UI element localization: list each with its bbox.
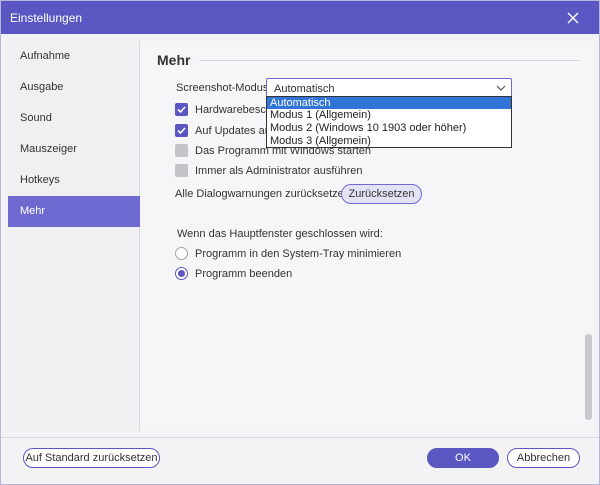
section-divider — [199, 60, 579, 61]
auto-update-label: Auf Updates aut — [195, 125, 274, 137]
sidebar-item-label: Ausgabe — [20, 81, 64, 93]
reset-dialogs-button[interactable]: Zurücksetzen — [341, 184, 422, 204]
footer-bar: Auf Standard zurücksetzen OK Abbrechen — [1, 437, 599, 484]
checkmark-icon — [177, 127, 186, 135]
sidebar-item-hotkeys[interactable]: Hotkeys — [8, 165, 140, 196]
screenshot-mode-select[interactable]: Automatisch — [266, 78, 512, 98]
window-title: Einstellungen — [10, 11, 83, 25]
autostart-checkbox[interactable] — [175, 144, 188, 157]
sidebar-item-mauszeiger[interactable]: Mauszeiger — [8, 134, 140, 165]
sidebar-item-aufnahme[interactable]: Aufnahme — [8, 41, 140, 72]
sidebar-item-sound[interactable]: Sound — [8, 103, 140, 134]
dropdown-option-automatisch[interactable]: Automatisch — [267, 97, 511, 109]
sidebar-item-label: Aufnahme — [20, 50, 71, 62]
screenshot-mode-label: Screenshot-Modus: — [176, 82, 272, 94]
ok-button[interactable]: OK — [427, 448, 499, 468]
section-title: Mehr — [157, 52, 191, 68]
sidebar-item-mehr[interactable]: Mehr — [8, 196, 140, 227]
sidebar-item-label: Mauszeiger — [20, 143, 77, 155]
cancel-button[interactable]: Abbrechen — [507, 448, 580, 468]
dropdown-option-modus-3[interactable]: Modus 3 (Allgemein) — [267, 135, 511, 147]
screenshot-mode-dropdown-list: Automatisch Modus 1 (Allgemein) Modus 2 … — [266, 96, 512, 148]
sidebar-item-label: Hotkeys — [20, 174, 60, 186]
close-behavior-label: Wenn das Hauptfenster geschlossen wird: — [177, 228, 383, 240]
title-bar: Einstellungen — [1, 1, 599, 34]
sidebar-item-label: Sound — [20, 112, 52, 124]
settings-window: Einstellungen Aufnahme Ausgabe Sound Mau… — [0, 0, 600, 485]
chevron-down-icon — [495, 82, 507, 94]
hardware-acceleration-label: Hardwarebeschl — [195, 104, 275, 116]
minimize-to-tray-label: Programm in den System-Tray minimieren — [195, 248, 402, 260]
run-as-admin-checkbox[interactable] — [175, 164, 188, 177]
exit-program-radio[interactable] — [175, 267, 188, 280]
close-icon[interactable] — [563, 8, 583, 28]
sidebar: Aufnahme Ausgabe Sound Mauszeiger Hotkey… — [8, 41, 140, 431]
checkmark-icon — [177, 106, 186, 114]
dropdown-option-modus-2[interactable]: Modus 2 (Windows 10 1903 oder höher) — [267, 122, 511, 134]
reset-defaults-button[interactable]: Auf Standard zurücksetzen — [23, 448, 160, 468]
content-scrollbar[interactable] — [585, 334, 592, 420]
screenshot-mode-value: Automatisch — [274, 83, 335, 95]
sidebar-item-ausgabe[interactable]: Ausgabe — [8, 72, 140, 103]
dialog-warnings-label: Alle Dialogwarnungen zurücksetzen: — [175, 188, 353, 200]
auto-update-checkbox[interactable] — [175, 124, 188, 137]
dropdown-option-modus-1[interactable]: Modus 1 (Allgemein) — [267, 109, 511, 121]
exit-program-label: Programm beenden — [195, 268, 293, 280]
hardware-acceleration-checkbox[interactable] — [175, 103, 188, 116]
minimize-to-tray-radio[interactable] — [175, 247, 188, 260]
run-as-admin-label: Immer als Administrator ausführen — [195, 165, 363, 177]
sidebar-item-label: Mehr — [20, 205, 46, 217]
